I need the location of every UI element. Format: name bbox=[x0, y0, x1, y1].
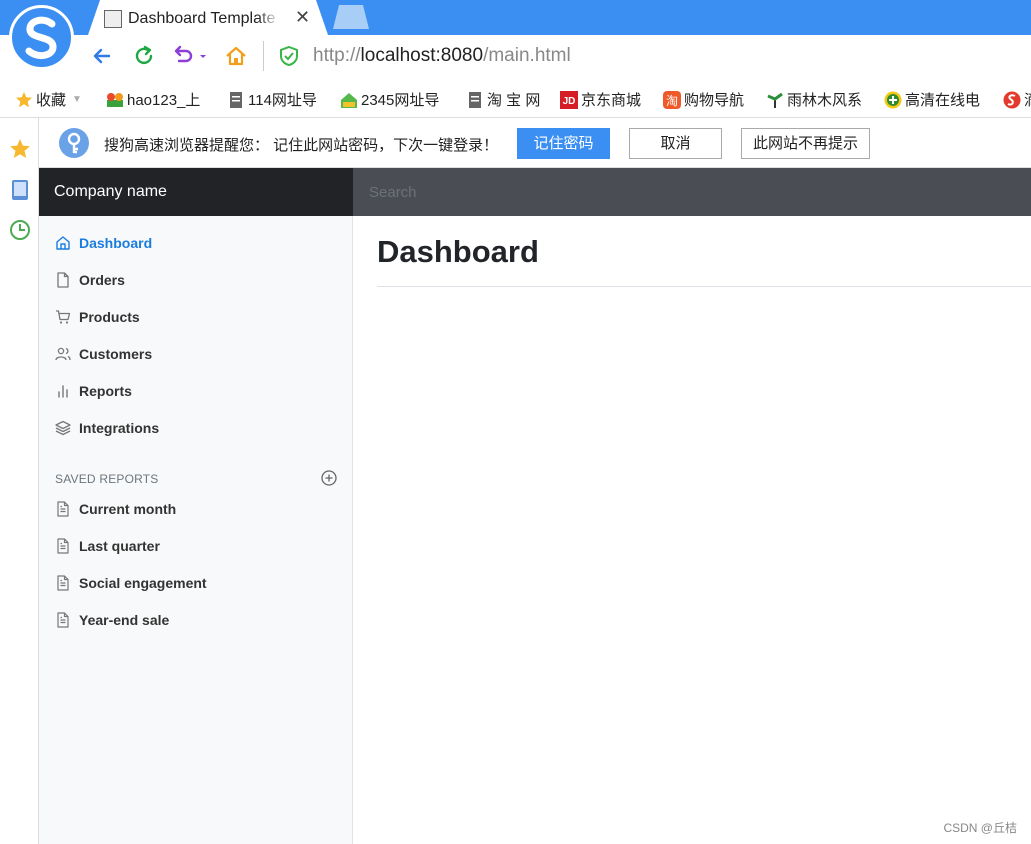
address-separator bbox=[263, 41, 264, 71]
browser-tab-bar: Dashboard Template f ✕ bbox=[0, 0, 1031, 35]
sidebar-item-dashboard[interactable]: Dashboard bbox=[55, 232, 152, 254]
favorites-star-icon[interactable] bbox=[9, 138, 31, 160]
password-save-bar: 搜狗高速浏览器提醒您： 记住此网站密码，下次一键登录！ 记住密码 取消 此网站不… bbox=[39, 118, 1031, 168]
sidebar-item-label: Integrations bbox=[79, 420, 160, 436]
browser-side-strip bbox=[0, 118, 39, 844]
chevron-down-icon: ▼ bbox=[72, 94, 82, 105]
password-prompt-message: 搜狗高速浏览器提醒您： 记住此网站密码，下次一键登录！ bbox=[104, 137, 499, 154]
sidebar-item-label: Customers bbox=[79, 346, 153, 362]
file-text-icon bbox=[57, 538, 69, 554]
address-bar[interactable]: http://localhost:8080/main.html bbox=[313, 45, 571, 67]
star-icon bbox=[16, 91, 32, 107]
hao123-icon bbox=[107, 92, 123, 107]
page-icon bbox=[469, 91, 481, 108]
remember-password-button[interactable]: 记住密码 bbox=[517, 128, 610, 159]
page-icon bbox=[230, 91, 242, 108]
svg-text:JD: JD bbox=[563, 96, 576, 107]
bookmark-yulin[interactable]: 雨林木风系 bbox=[766, 89, 862, 110]
title-divider bbox=[377, 286, 1031, 287]
sidebar-item-products[interactable]: Products bbox=[55, 306, 140, 328]
url-scheme: http:// bbox=[313, 45, 361, 66]
plus-circle-icon bbox=[884, 91, 902, 108]
browser-toolbar: http://localhost:8080/main.html bbox=[0, 35, 1031, 77]
bookmark-favorites[interactable]: 收藏 ▼ bbox=[15, 89, 82, 110]
bookmark-hd-video[interactable]: 高清在线电 bbox=[884, 89, 980, 110]
tree-icon bbox=[767, 92, 783, 108]
secure-shield-icon[interactable] bbox=[278, 45, 300, 67]
taobao-icon: 淘 bbox=[663, 90, 681, 109]
svg-text:淘: 淘 bbox=[666, 94, 678, 108]
back-arrow-icon[interactable] bbox=[89, 43, 115, 69]
sidebar-item-label: Orders bbox=[79, 272, 125, 288]
sogou-icon bbox=[1003, 91, 1021, 108]
house-2345-icon bbox=[341, 92, 357, 108]
layers-icon bbox=[55, 420, 71, 436]
broken-image-icon bbox=[104, 10, 122, 28]
sidebar-item-customers[interactable]: Customers bbox=[55, 343, 152, 365]
new-tab-button[interactable] bbox=[333, 5, 369, 29]
sidebar-item-orders[interactable]: Orders bbox=[55, 269, 125, 291]
refresh-icon[interactable] bbox=[131, 43, 157, 69]
csdn-watermark: CSDN @丘桔 bbox=[943, 821, 1017, 835]
sidebar-item-label: Dashboard bbox=[79, 235, 153, 251]
sidebar-item-label: Year-end sale bbox=[79, 612, 170, 628]
sidebar-item-label: Last quarter bbox=[79, 538, 160, 554]
browser-tab-active[interactable]: Dashboard Template f ✕ bbox=[88, 0, 328, 35]
saved-report-year-end-sale[interactable]: Year-end sale bbox=[55, 609, 169, 631]
brand-name[interactable]: Company name bbox=[39, 168, 353, 216]
users-icon bbox=[55, 347, 71, 361]
bar-chart-icon bbox=[58, 385, 68, 398]
reader-tablet-icon[interactable] bbox=[9, 179, 31, 201]
main-content: Dashboard CSDN @丘桔 bbox=[353, 216, 1031, 844]
cancel-button[interactable]: 取消 bbox=[629, 128, 722, 159]
bookmark-2345[interactable]: 2345网址导 bbox=[340, 89, 439, 110]
bookmarks-bar: 收藏 ▼ hao123_上 114网址导 2345网址导 淘 宝 网 JD 京东商… bbox=[0, 77, 1031, 118]
sidebar-item-label: Products bbox=[79, 309, 140, 325]
bookmark-taobao[interactable]: 淘 宝 网 bbox=[466, 89, 540, 110]
key-icon bbox=[59, 128, 89, 158]
saved-reports-heading: SAVED REPORTS bbox=[55, 472, 159, 486]
history-clock-icon[interactable] bbox=[9, 219, 31, 241]
sidebar-item-label: Reports bbox=[79, 383, 132, 399]
url-path: /main.html bbox=[483, 45, 571, 66]
search-input[interactable] bbox=[353, 168, 1031, 216]
sidebar-item-label: Current month bbox=[79, 501, 177, 517]
saved-report-social-engagement[interactable]: Social engagement bbox=[55, 572, 207, 594]
sidebar-item-integrations[interactable]: Integrations bbox=[55, 417, 159, 439]
home-browser-icon[interactable] bbox=[223, 43, 249, 69]
plus-circle-icon[interactable] bbox=[320, 469, 338, 487]
tab-title: Dashboard Template f bbox=[128, 10, 280, 27]
top-navbar: Company name bbox=[39, 168, 1031, 216]
sogou-logo-icon[interactable] bbox=[9, 5, 74, 70]
bookmark-sogou[interactable]: 滴 bbox=[1003, 89, 1031, 110]
bookmark-114[interactable]: 114网址导 bbox=[227, 89, 317, 110]
saved-report-last-quarter[interactable]: Last quarter bbox=[55, 535, 160, 557]
bookmark-hao123[interactable]: hao123_上 bbox=[106, 89, 200, 110]
jd-icon: JD bbox=[560, 90, 578, 109]
file-text-icon bbox=[57, 612, 69, 628]
home-icon bbox=[56, 236, 70, 250]
saved-report-current-month[interactable]: Current month bbox=[55, 498, 176, 520]
page-title: Dashboard bbox=[377, 234, 539, 269]
tab-close-icon[interactable]: ✕ bbox=[295, 7, 310, 28]
shopping-cart-icon bbox=[56, 310, 71, 324]
sidebar-item-reports[interactable]: Reports bbox=[55, 380, 132, 402]
file-icon bbox=[57, 272, 69, 288]
bookmark-jd[interactable]: JD 京东商城 bbox=[560, 89, 641, 110]
undo-close-icon[interactable] bbox=[171, 43, 209, 69]
url-host: localhost:8080 bbox=[360, 45, 484, 66]
file-text-icon bbox=[57, 501, 69, 517]
bookmark-shopping-nav[interactable]: 淘 购物导航 bbox=[663, 89, 744, 110]
never-prompt-button[interactable]: 此网站不再提示 bbox=[741, 128, 870, 159]
sidebar: Dashboard Orders Products Customers Repo… bbox=[39, 216, 353, 844]
file-text-icon bbox=[57, 575, 69, 591]
sidebar-item-label: Social engagement bbox=[79, 575, 207, 591]
